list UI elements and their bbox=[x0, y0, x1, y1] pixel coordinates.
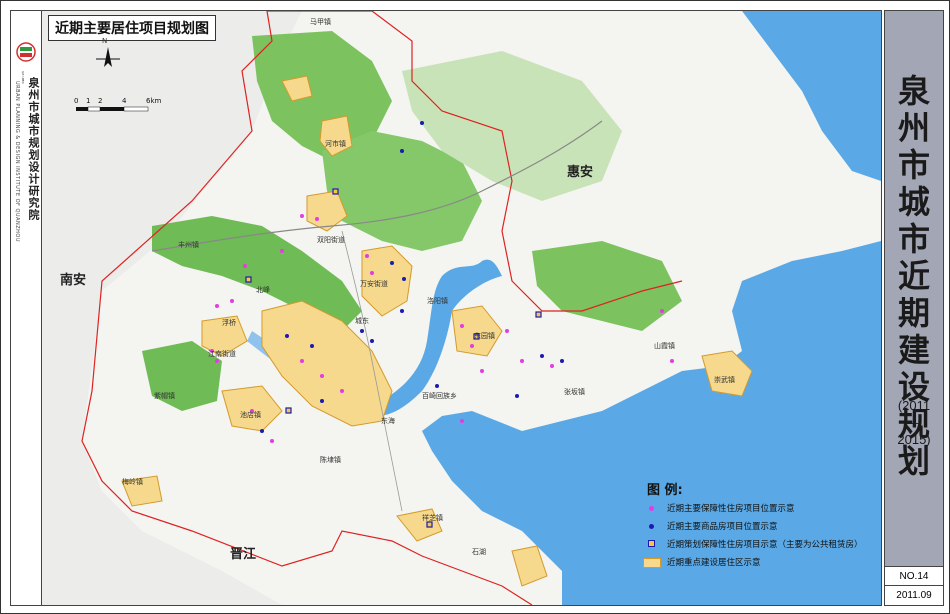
place-label: 城东 bbox=[355, 317, 369, 325]
north-arrow-icon bbox=[96, 47, 120, 67]
place-label: 石湖 bbox=[472, 548, 486, 556]
place-label: 陈埭镇 bbox=[320, 456, 341, 464]
place-label: 祥芝镇 bbox=[422, 514, 443, 522]
legend-item: 近期主要保障性住房项目位置示意 bbox=[643, 501, 795, 515]
place-label: 双阳街道 bbox=[317, 236, 345, 244]
place-label: 河市镇 bbox=[325, 140, 346, 148]
institute-logo bbox=[16, 42, 36, 62]
place-label: 洛阳镇 bbox=[427, 297, 448, 305]
place-label: 马甲镇 bbox=[310, 18, 331, 26]
place-label: 池店镇 bbox=[240, 411, 261, 419]
scale-bar: 0 1 2 4 6km bbox=[74, 97, 166, 119]
scale-tick: 4 bbox=[122, 97, 127, 105]
map-title: 近期主要居住项目规划图 bbox=[48, 15, 216, 41]
place-label: 东海 bbox=[381, 417, 395, 425]
place-label: 百崎回族乡 bbox=[422, 392, 457, 400]
mountain-central bbox=[152, 216, 362, 331]
residential-zone-chidian bbox=[221, 385, 283, 432]
sheet-number: NO.14 bbox=[885, 566, 943, 586]
title-panel: 泉州市城市近期建设规划 (2011 — 2015) NO.14 2011.09 bbox=[884, 10, 944, 606]
sheet-date: 2011.09 bbox=[885, 585, 943, 606]
legend-item-label: 近期重点建设居住区示意 bbox=[667, 558, 761, 568]
scale-tick: 0 bbox=[74, 97, 79, 105]
bay-east bbox=[742, 11, 881, 181]
place-label: 晋江 bbox=[230, 547, 257, 562]
place-label: 江南街道 bbox=[208, 350, 236, 358]
place-label: 东园镇 bbox=[474, 332, 495, 340]
legend-item: 近期重点建设居住区示意 bbox=[643, 555, 761, 569]
residential-zone-shihu bbox=[511, 545, 548, 587]
institute-name-cn: 泉州市城市规划设计研究院 bbox=[27, 77, 40, 221]
title-block: 泉州市城市近期建设规划 (2011 — 2015) bbox=[885, 11, 943, 566]
plan-years-dash: — bbox=[907, 415, 921, 430]
place-label: 北峰 bbox=[256, 286, 270, 294]
institute-strip: QZ UPDI 泉州市城市规划设计研究院 URBAN PLANNING & DE… bbox=[10, 10, 42, 606]
legend-item-label: 近期主要保障性住房项目位置示意 bbox=[667, 504, 795, 514]
place-label: 张坂镇 bbox=[564, 388, 585, 396]
plan-years: (2011 — 2015) bbox=[885, 397, 943, 448]
legend-item: 近期策划保障性住房项目示意（主要为公共租赁房） bbox=[643, 537, 863, 551]
place-label: 南安 bbox=[60, 273, 87, 288]
institute-name-en: URBAN PLANNING & DESIGN INSTITUTE OF QUA… bbox=[14, 81, 20, 243]
place-label: 丰州镇 bbox=[178, 241, 199, 249]
compass-label: N bbox=[102, 37, 108, 45]
place-label: 浮桥 bbox=[222, 319, 236, 327]
legend-title: 图 例: bbox=[647, 483, 683, 498]
scale-tick: 2 bbox=[98, 97, 103, 105]
place-label: 梅岭镇 bbox=[122, 478, 143, 486]
plan-years-end: 2015) bbox=[897, 432, 931, 447]
place-label: 崇武镇 bbox=[714, 376, 735, 384]
legend-item: 近期主要商品房项目位置示意 bbox=[643, 519, 778, 533]
scale-tick: 6km bbox=[146, 97, 162, 105]
mountain-huian bbox=[532, 241, 682, 331]
place-label: 惠安 bbox=[567, 165, 594, 180]
legend-item-label: 近期策划保障性住房项目示意（主要为公共租赁房） bbox=[667, 540, 863, 550]
map-canvas[interactable]: 近期主要居住项目规划图 N 0 1 2 4 6km 南安 惠安 晋江 马甲镇 河… bbox=[41, 10, 882, 606]
plan-years-start: (2011 bbox=[897, 398, 931, 413]
legend-item-label: 近期主要商品房项目位置示意 bbox=[667, 522, 778, 532]
place-label: 山霞镇 bbox=[654, 342, 675, 350]
place-label: 万安街道 bbox=[360, 280, 388, 288]
legend: 图 例: 近期主要保障性住房项目位置示意 近期主要商品房项目位置示意 近期策划保… bbox=[637, 477, 873, 599]
place-label: 紫帽镇 bbox=[154, 392, 175, 400]
scale-tick: 1 bbox=[86, 97, 91, 105]
